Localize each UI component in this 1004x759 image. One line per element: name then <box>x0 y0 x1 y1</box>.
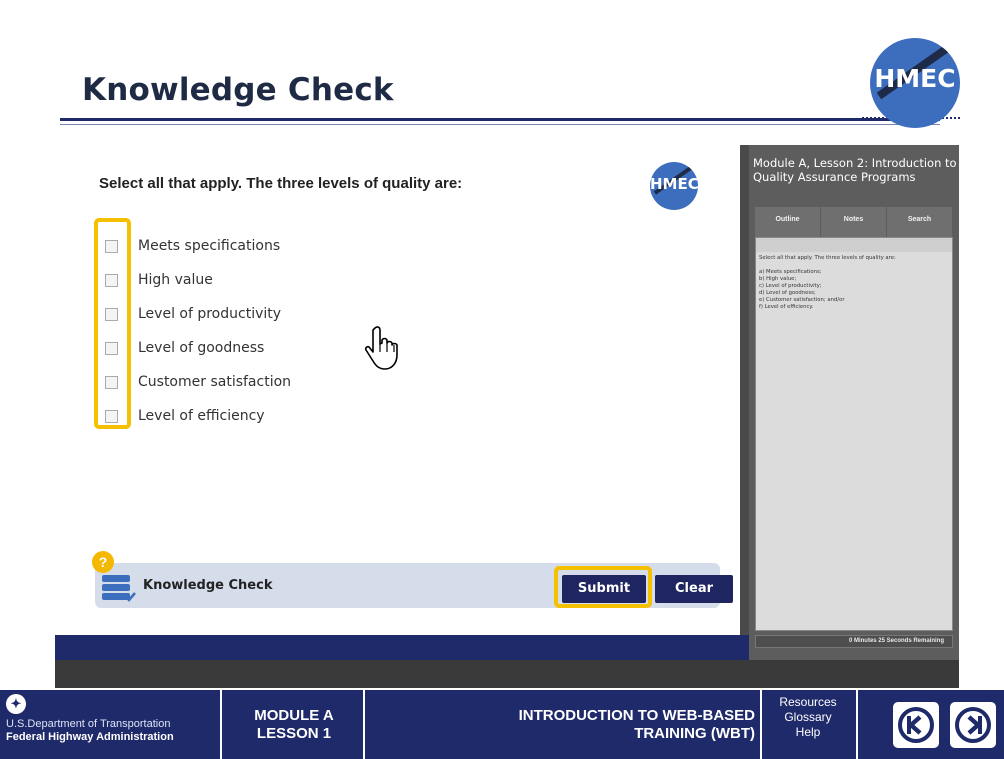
previous-button[interactable] <box>893 702 939 748</box>
player-sidebar: Module A, Lesson 2: Introduction to Qual… <box>749 145 959 660</box>
notes-panel-header <box>756 238 952 252</box>
notes-line: c) Level of productivity; <box>759 283 822 289</box>
slide-area: Select all that apply. The three levels … <box>55 145 740 635</box>
question-badge-icon: ? <box>92 551 114 573</box>
footer-links: Resources Glossary Help <box>762 695 854 740</box>
option-label: High value <box>138 272 213 288</box>
checkbox-highlight <box>94 218 131 429</box>
header-rule <box>60 118 940 121</box>
option-e[interactable]: ) Customer satisfaction <box>105 365 291 399</box>
submit-highlight <box>554 566 652 608</box>
footer-divider <box>363 690 365 759</box>
option-label: Level of productivity <box>138 306 282 322</box>
option-label: Level of efficiency <box>138 408 265 424</box>
hmec-logo: HMEC <box>870 38 960 128</box>
footer-divider <box>220 690 222 759</box>
hmec-logo-text: HMEC <box>874 64 956 93</box>
hmec-logo-small-text: HMEC <box>650 175 698 193</box>
sidebar-tabs: Outline Notes Search <box>755 207 953 237</box>
option-a[interactable]: ) Meets specifications <box>105 229 291 263</box>
dept-line2: Federal Highway Administration <box>6 731 174 743</box>
page-title: Knowledge Check <box>82 72 394 108</box>
player-control-bar <box>55 660 959 688</box>
hmec-logo-small: HMEC <box>650 162 698 210</box>
answer-options: ) Meets specifications ) High value ) Le… <box>105 229 291 433</box>
notes-line: b) High value; <box>759 276 797 282</box>
option-label: Level of goodness <box>138 340 265 356</box>
hand-cursor-icon <box>364 326 398 370</box>
tab-search[interactable]: Search <box>887 207 953 237</box>
option-d[interactable]: ) Level of goodness <box>105 331 291 365</box>
knowledge-check-label: Knowledge Check <box>143 578 273 593</box>
dept-line1: U.S.Department of Transportation <box>6 718 171 730</box>
footer-divider <box>856 690 858 759</box>
tab-notes[interactable]: Notes <box>821 207 887 237</box>
option-c[interactable]: ) Level of productivity <box>105 297 291 331</box>
module-line2: LESSON 1 <box>256 725 332 742</box>
option-label: Meets specifications <box>138 238 281 254</box>
help-link[interactable]: Help <box>762 725 854 740</box>
dot-seal-icon: ✦ <box>6 694 26 714</box>
previous-arrow-icon <box>898 707 934 743</box>
option-f[interactable]: ) Level of efficiency <box>105 399 291 433</box>
module-label: MODULE A LESSON 1 <box>232 707 356 743</box>
module-line1: MODULE A <box>254 707 334 724</box>
next-button[interactable] <box>950 702 996 748</box>
next-arrow-icon <box>955 707 991 743</box>
course-line2: TRAINING (WBT) <box>634 725 755 742</box>
page-footer: ✦ U.S.Department of Transportation Feder… <box>0 690 1004 759</box>
notes-panel: Select all that apply. The three levels … <box>755 237 953 631</box>
tab-outline[interactable]: Outline <box>755 207 821 237</box>
header-rule-thin <box>60 124 940 125</box>
question-text: Select all that apply. The three levels … <box>99 175 463 192</box>
course-line1: INTRODUCTION TO WEB-BASED <box>518 707 755 724</box>
notes-line: d) Level of goodness; <box>759 290 816 296</box>
notes-line: a) Meets specifications; <box>759 269 822 275</box>
notes-text: Select all that apply. The three levels … <box>756 252 952 314</box>
resources-link[interactable]: Resources <box>762 695 854 710</box>
option-b[interactable]: ) High value <box>105 263 291 297</box>
option-label: Customer satisfaction <box>138 374 292 390</box>
slide-footer-bar <box>55 635 749 660</box>
notes-line <box>759 262 949 269</box>
stacked-layers-icon <box>102 575 136 602</box>
course-title: INTRODUCTION TO WEB-BASED TRAINING (WBT) <box>380 707 755 743</box>
notes-line: f) Level of efficiency. <box>759 304 814 310</box>
notes-line: e) Customer satisfaction; and/or <box>759 297 845 303</box>
page: Knowledge Check HMEC Select all that app… <box>0 0 1004 759</box>
sidebar-title: Module A, Lesson 2: Introduction to Qual… <box>753 156 957 184</box>
timer-text: 0 Minutes 25 Seconds Remaining <box>755 635 953 648</box>
notes-line: Select all that apply. The three levels … <box>759 255 896 261</box>
dept-text: U.S.Department of Transportation Federal… <box>6 718 174 744</box>
course-player: Select all that apply. The three levels … <box>55 145 959 688</box>
glossary-link[interactable]: Glossary <box>762 710 854 725</box>
clear-button[interactable]: Clear <box>655 575 733 603</box>
